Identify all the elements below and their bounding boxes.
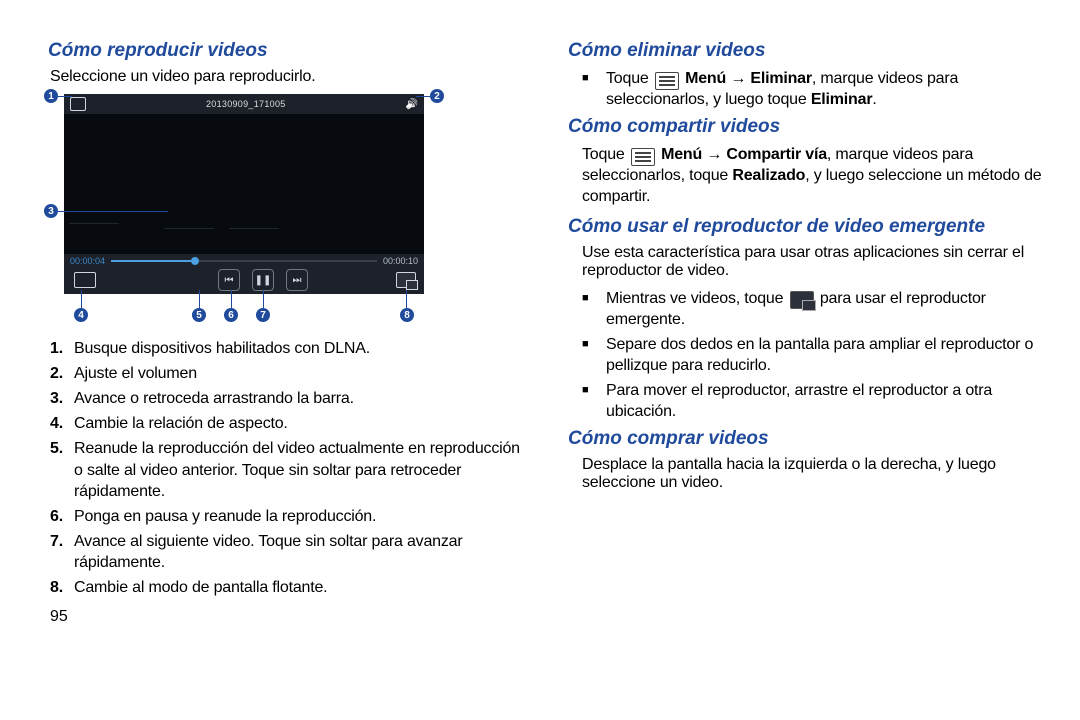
- callout-6: 6: [224, 308, 238, 322]
- video-area[interactable]: [64, 114, 424, 254]
- callout-7: 7: [256, 308, 270, 322]
- time-total: 00:00:10: [383, 256, 418, 266]
- heading-popup: Cómo usar el reproductor de video emerge…: [568, 216, 1044, 238]
- step-item: Busque dispositivos habilitados con DLNA…: [50, 338, 524, 359]
- pause-button[interactable]: ❚❚: [252, 269, 274, 291]
- callout-5: 5: [192, 308, 206, 322]
- time-elapsed: 00:00:04: [70, 256, 105, 266]
- heading-play: Cómo reproducir videos: [48, 40, 524, 62]
- share-text: Toque Menú → Compartir vía, marque video…: [582, 144, 1044, 207]
- step-item: Cambie al modo de pantalla flotante.: [50, 577, 524, 598]
- callout-1: 1: [44, 89, 58, 103]
- steps-list: Busque dispositivos habilitados con DLNA…: [50, 338, 524, 598]
- callout-3: 3: [44, 204, 58, 218]
- prev-button[interactable]: ⏮: [218, 269, 240, 291]
- dlna-icon[interactable]: [70, 97, 86, 111]
- step-item: Ponga en pausa y reanude la reproducción…: [50, 506, 524, 527]
- callout-4: 4: [74, 308, 88, 322]
- page-number: 95: [50, 608, 524, 626]
- next-button[interactable]: ⏭: [286, 269, 308, 291]
- seek-bar[interactable]: [111, 260, 377, 262]
- step-item: Avance o retroceda arrastrando la barra.: [50, 388, 524, 409]
- buy-text: Desplace la pantalla hacia la izquierda …: [582, 456, 1044, 492]
- volume-icon[interactable]: [406, 99, 418, 110]
- popup-bullet-3: Para mover el reproductor, arrastre el r…: [582, 380, 1044, 422]
- menu-icon: [655, 72, 679, 90]
- step-item: Ajuste el volumen: [50, 363, 524, 384]
- video-player-figure: 20130909_171005 00:00:04 00:00:10 ⏮ ❚❚ ⏭: [64, 94, 424, 294]
- step-item: Reanude la reproducción del video actual…: [50, 438, 524, 501]
- popup-player-icon[interactable]: [396, 272, 416, 288]
- callout-8: 8: [400, 308, 414, 322]
- menu-icon: [631, 148, 655, 166]
- left-column: Cómo reproducir videos Seleccione un vid…: [36, 36, 524, 708]
- popup-icon: [790, 291, 814, 309]
- step-item: Cambie la relación de aspecto.: [50, 413, 524, 434]
- popup-bullet-1: Mientras ve videos, toque para usar el r…: [582, 288, 1044, 330]
- intro-play: Seleccione un video para reproducirlo.: [50, 68, 524, 86]
- popup-bullet-2: Separe dos dedos en la pantalla para amp…: [582, 334, 1044, 376]
- step-item: Avance al siguiente video. Toque sin sol…: [50, 531, 524, 573]
- heading-delete: Cómo eliminar videos: [568, 40, 1044, 62]
- heading-share: Cómo compartir videos: [568, 116, 1044, 138]
- callout-2: 2: [430, 89, 444, 103]
- page: Cómo reproducir videos Seleccione un vid…: [0, 0, 1080, 720]
- video-filename: 20130909_171005: [206, 99, 286, 109]
- popup-intro: Use esta característica para usar otras …: [582, 244, 1044, 280]
- right-column: Cómo eliminar videos Toque Menú → Elimin…: [556, 36, 1044, 708]
- delete-bullet: Toque Menú → Eliminar, marque videos par…: [582, 68, 1044, 110]
- heading-buy: Cómo comprar videos: [568, 428, 1044, 450]
- aspect-ratio-button[interactable]: [74, 272, 96, 288]
